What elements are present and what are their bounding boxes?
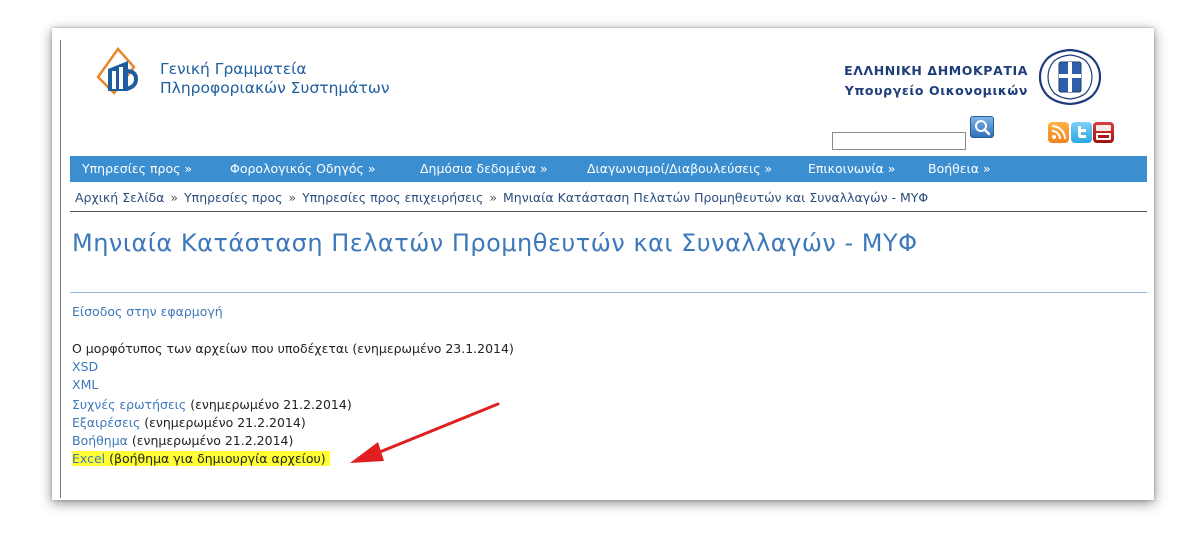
breadcrumb-separator: » — [288, 190, 297, 205]
nav-item-help[interactable]: Βοήθεια » — [928, 161, 991, 176]
help-note: (ενημερωμένο 21.2.2014) — [127, 433, 294, 448]
rss-icon — [1051, 125, 1066, 140]
youtube-icon — [1096, 125, 1111, 140]
gov-name-line1: ΕΛΛΗΝΙΚΗ ΔΗΜΟΚΡΑΤΙΑ — [844, 63, 1028, 78]
help-row: Βοήθημα (ενημερωμένο 21.2.2014) — [72, 433, 293, 448]
search-input[interactable] — [832, 132, 966, 150]
main-nav: Υπηρεσίες προς » Φορολογικός Οδηγός » Δη… — [70, 156, 1147, 182]
org-name-line1: Γενική Γραμματεία — [160, 60, 307, 78]
left-divider — [60, 40, 61, 498]
excel-link[interactable]: Excel — [72, 451, 105, 466]
rss-button[interactable] — [1048, 122, 1069, 143]
gov-name-line2: Υπουργείο Οικονομικών — [844, 83, 1028, 98]
faq-note: (ενημερωμένο 21.2.2014) — [186, 397, 352, 412]
login-row: Είσοδος στην εφαρμογή — [72, 304, 223, 319]
breadcrumb-business-services[interactable]: Υπηρεσίες προς επιχειρήσεις — [302, 190, 483, 205]
twitter-icon — [1078, 126, 1086, 138]
faq-row: Συχνές ερωτήσεις (ενημερωμένο 21.2.2014) — [72, 397, 352, 412]
breadcrumb: Αρχική Σελίδα » Υπηρεσίες προς » Υπηρεσίες π… — [75, 190, 928, 205]
excel-row-highlight: Excel (βοήθημα για δημιουργία αρχείου) — [72, 451, 330, 466]
xml-link[interactable]: XML — [72, 377, 98, 392]
breadcrumb-current: Μηνιαία Κατάσταση Πελατών Προμηθευτών κα… — [503, 190, 929, 205]
annotation-arrow-icon — [350, 402, 500, 463]
faq-link[interactable]: Συχνές ερωτήσεις — [72, 397, 186, 412]
nav-item-contact[interactable]: Επικοινωνία » — [808, 161, 895, 176]
exceptions-row: Εξαιρέσεις (ενημερωμένο 21.2.2014) — [72, 415, 306, 430]
youtube-button[interactable] — [1093, 122, 1114, 143]
title-divider — [70, 292, 1147, 293]
xsd-row: XSD — [72, 359, 98, 374]
nav-item-tax-guide[interactable]: Φορολογικός Οδηγός » — [230, 161, 375, 176]
logo-icon[interactable] — [88, 47, 152, 95]
exceptions-link[interactable]: Εξαιρέσεις — [72, 415, 140, 430]
search-icon — [975, 120, 991, 136]
breadcrumb-divider — [70, 211, 1147, 212]
breadcrumb-separator: » — [170, 190, 179, 205]
nav-item-tenders[interactable]: Διαγωνισμοί/Διαβουλεύσεις » — [587, 161, 772, 176]
format-text: Ο μορφότυπος των αρχείων που υποδέχεται … — [72, 341, 514, 356]
breadcrumb-services[interactable]: Υπηρεσίες προς — [184, 190, 282, 205]
breadcrumb-home[interactable]: Αρχική Σελίδα — [75, 190, 164, 205]
exceptions-note: (ενημερωμένο 21.2.2014) — [140, 415, 306, 430]
nav-item-public-data[interactable]: Δημόσια δεδομένα » — [420, 161, 548, 176]
help-link[interactable]: Βοήθημα — [72, 433, 128, 448]
search-button[interactable] — [970, 116, 994, 138]
nav-item-services[interactable]: Υπηρεσίες προς » — [82, 161, 192, 176]
twitter-button[interactable] — [1071, 122, 1092, 143]
login-link[interactable]: Είσοδος στην εφαρμογή — [72, 304, 223, 319]
page-title: Μηνιαία Κατάσταση Πελατών Προμηθευτών κα… — [72, 229, 918, 257]
xsd-link[interactable]: XSD — [72, 359, 98, 374]
excel-note: (βοήθημα για δημιουργία αρχείου) — [105, 451, 326, 466]
breadcrumb-separator: » — [489, 190, 498, 205]
emblem-icon — [1038, 48, 1102, 106]
xml-row: XML — [72, 377, 98, 392]
org-name-line2: Πληροφοριακών Συστημάτων — [160, 79, 390, 97]
